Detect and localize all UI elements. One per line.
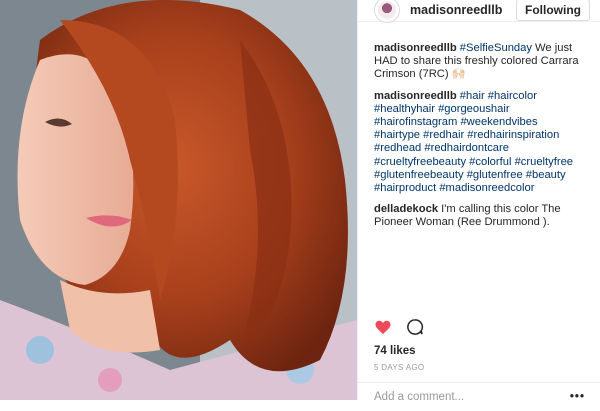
add-comment-bar: Add a comment... ••• bbox=[358, 382, 600, 411]
comment-item: madisonreedllb #SelfieSunday We just HAD… bbox=[374, 42, 584, 82]
hashtag-link[interactable]: #colorful bbox=[469, 156, 511, 168]
comment-item: delladekock I'm calling this color The P… bbox=[374, 203, 584, 229]
following-button[interactable]: Following bbox=[516, 0, 590, 21]
comment-bubble-icon[interactable] bbox=[406, 318, 424, 341]
hashtag-link[interactable]: #redhairdontcare bbox=[424, 142, 509, 154]
hashtag-link[interactable]: #weekendvibes bbox=[460, 116, 537, 128]
hashtag-link[interactable]: #crueltyfreebeauty bbox=[374, 156, 466, 168]
hashtag-link[interactable]: #redhair bbox=[423, 129, 464, 141]
hashtag-link[interactable]: #madisonreedcolor bbox=[439, 182, 534, 194]
hashtag-link[interactable]: #SelfieSunday bbox=[460, 42, 532, 54]
hashtag-link[interactable]: #redhairinspiration bbox=[467, 129, 559, 141]
post-actions bbox=[374, 318, 424, 341]
hashtag-link[interactable]: #redhead bbox=[374, 142, 421, 154]
hashtag-link[interactable]: #haircolor bbox=[488, 90, 537, 102]
hashtag-link[interactable]: #beauty bbox=[526, 169, 566, 181]
hashtag-link[interactable]: #hairofinstagram bbox=[374, 116, 457, 128]
likes-count[interactable]: 74 likes bbox=[374, 345, 416, 357]
post-username[interactable]: madisonreedllb bbox=[410, 3, 502, 17]
add-comment-input[interactable]: Add a comment... bbox=[374, 391, 464, 403]
comments-list: madisonreedllb #SelfieSunday We just HAD… bbox=[358, 24, 600, 230]
brand-logo-icon bbox=[378, 0, 396, 19]
hashtag-link[interactable]: #glutenfreebeauty bbox=[374, 169, 464, 181]
comment-username[interactable]: madisonreedllb bbox=[374, 90, 457, 102]
like-heart-icon[interactable] bbox=[374, 318, 392, 341]
hashtag-link[interactable]: #gorgeoushair bbox=[438, 103, 510, 115]
comment-item: madisonreedllb #hair #haircolor #healthy… bbox=[374, 90, 584, 196]
hashtag-link[interactable]: #hairproduct bbox=[374, 182, 436, 194]
post-side-panel: madisonreedllb Following madisonreedllb … bbox=[357, 0, 600, 403]
post-header: madisonreedllb Following bbox=[358, 0, 600, 23]
post-photo[interactable] bbox=[0, 0, 357, 400]
post-timestamp: 5 DAYS AGO bbox=[374, 363, 425, 372]
more-options-icon[interactable]: ••• bbox=[570, 391, 585, 403]
comment-username[interactable]: delladekock bbox=[374, 203, 438, 215]
hashtag-link[interactable]: #hairtype bbox=[374, 129, 420, 141]
hashtag-link[interactable]: #glutenfree bbox=[467, 169, 523, 181]
comment-username[interactable]: madisonreedllb bbox=[374, 42, 457, 54]
hashtag-link[interactable]: #hair bbox=[460, 90, 485, 102]
hashtag-link[interactable]: #healthyhair bbox=[374, 103, 435, 115]
avatar[interactable] bbox=[374, 0, 400, 23]
selfie-image bbox=[0, 0, 357, 400]
hashtag-link[interactable]: #crueltyfree bbox=[515, 156, 573, 168]
